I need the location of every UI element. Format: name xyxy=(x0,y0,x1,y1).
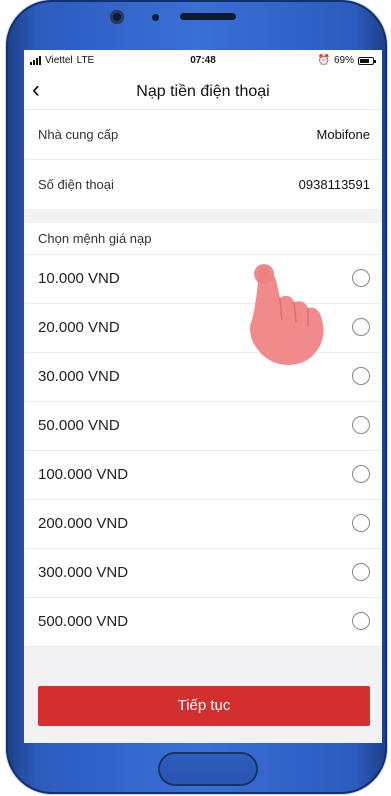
denomination-header: Chọn mệnh giá nạp xyxy=(24,223,382,255)
battery-icon xyxy=(358,56,376,65)
alarm-icon: ⏰ xyxy=(317,55,330,66)
continue-button[interactable]: Tiếp tục xyxy=(38,686,370,726)
denomination-option-100000[interactable]: 100.000 VND xyxy=(24,451,382,500)
denomination-option-200000[interactable]: 200.000 VND xyxy=(24,500,382,549)
home-button[interactable] xyxy=(158,752,258,786)
radio-button[interactable] xyxy=(352,416,370,434)
status-bar: Viettel LTE 07:48 ⏰ 69% xyxy=(24,50,382,72)
phone-number-value: 0938113591 xyxy=(298,177,370,192)
front-camera xyxy=(110,10,124,24)
denomination-list: 10.000 VND 20.000 VND 30.000 VND 50.000 … xyxy=(24,255,382,647)
denomination-label: 10.000 VND xyxy=(38,270,120,287)
phone-top-bezel xyxy=(6,0,387,50)
denomination-label: 100.000 VND xyxy=(38,466,129,483)
proximity-sensor xyxy=(152,14,159,21)
denomination-option-300000[interactable]: 300.000 VND xyxy=(24,549,382,598)
topup-info: Nhà cung cấp Mobifone Số điện thoại 0938… xyxy=(24,110,382,209)
radio-button[interactable] xyxy=(352,465,370,483)
denomination-label: 30.000 VND xyxy=(38,368,120,385)
denomination-option-20000[interactable]: 20.000 VND xyxy=(24,304,382,353)
battery-percent: 69% xyxy=(333,55,354,66)
earpiece-speaker xyxy=(180,13,236,20)
radio-button[interactable] xyxy=(352,612,370,630)
denomination-label: 300.000 VND xyxy=(38,564,129,581)
denomination-heading: Chọn mệnh giá nạp xyxy=(38,231,152,246)
phone-bottom-bezel xyxy=(6,742,387,794)
radio-button[interactable] xyxy=(352,563,370,581)
top-nav-bar: ‹ Nạp tiền điện thoại xyxy=(24,72,382,110)
denomination-option-10000[interactable]: 10.000 VND xyxy=(24,255,382,304)
denomination-label: 20.000 VND xyxy=(38,319,120,336)
denomination-label: 200.000 VND xyxy=(38,515,129,532)
radio-button[interactable] xyxy=(352,318,370,336)
tap-pointer-hand-icon xyxy=(250,264,324,365)
provider-label: Nhà cung cấp xyxy=(38,127,119,142)
denomination-option-500000[interactable]: 500.000 VND xyxy=(24,598,382,647)
radio-button[interactable] xyxy=(352,367,370,385)
radio-button[interactable] xyxy=(352,514,370,532)
denomination-label: 500.000 VND xyxy=(38,613,129,630)
page-title: Nạp tiền điện thoại xyxy=(136,83,270,100)
denomination-label: 50.000 VND xyxy=(38,417,120,434)
radio-button[interactable] xyxy=(352,269,370,287)
denomination-option-30000[interactable]: 30.000 VND xyxy=(24,353,382,402)
status-right: ⏰ 69% xyxy=(317,55,376,66)
app-screen: Viettel LTE 07:48 ⏰ 69% ‹ Nạp tiền điện … xyxy=(24,50,382,743)
provider-value: Mobifone xyxy=(316,127,370,142)
phone-number-label: Số điện thoại xyxy=(38,177,114,192)
info-row-provider: Nhà cung cấp Mobifone xyxy=(24,110,382,159)
info-row-phone: Số điện thoại 0938113591 xyxy=(24,159,382,209)
denomination-option-50000[interactable]: 50.000 VND xyxy=(24,402,382,451)
